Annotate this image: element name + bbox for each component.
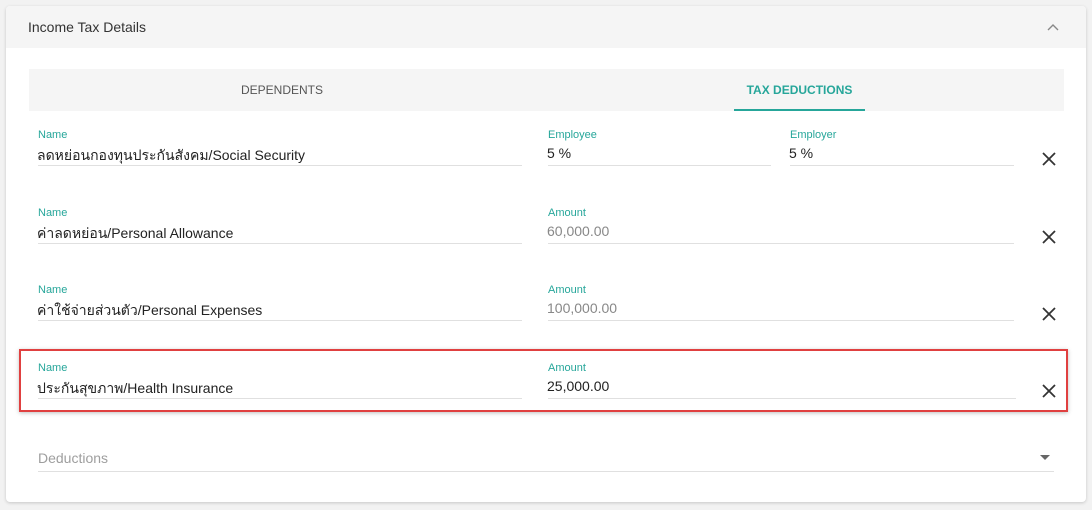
close-icon[interactable] <box>1042 230 1056 244</box>
field-value: 5 % <box>789 145 814 161</box>
field-underline <box>548 398 1016 399</box>
field-label: Amount <box>548 362 586 374</box>
field-value: 25,000.00 <box>547 378 610 394</box>
field-label: Employer <box>790 129 837 141</box>
close-icon[interactable] <box>1042 384 1056 398</box>
field-underline <box>38 398 522 399</box>
field-underline <box>548 243 1014 244</box>
deductions-select[interactable]: Deductions <box>38 446 1054 472</box>
tab-dependents[interactable]: DEPENDENTS <box>29 69 535 111</box>
field-value: 60,000.00 <box>547 223 610 239</box>
field-value: ค่าใช้จ่ายส่วนตัว/Personal Expenses <box>37 302 263 318</box>
field-underline <box>548 165 771 166</box>
field-value: 5 % <box>547 145 572 161</box>
chevron-up-icon[interactable] <box>1046 21 1060 35</box>
field-underline <box>790 165 1014 166</box>
panel-title: Income Tax Details <box>28 19 147 35</box>
panel-header[interactable]: Income Tax Details <box>6 6 1086 48</box>
close-icon[interactable] <box>1042 307 1056 321</box>
field-underline <box>38 243 522 244</box>
field-underline <box>38 165 522 166</box>
field-underline <box>38 471 1054 472</box>
field-value: ค่าลดหย่อน/Personal Allowance <box>37 225 234 241</box>
income-tax-details-panel: Income Tax Details DEPENDENTS TAX DEDUCT… <box>6 6 1086 502</box>
field-label: Name <box>38 362 68 374</box>
field-label: Employee <box>548 129 597 141</box>
deductions-placeholder: Deductions <box>38 450 109 466</box>
field-underline <box>548 320 1014 321</box>
dropdown-arrow-icon[interactable] <box>1040 455 1050 460</box>
tab-tax-deductions-label: TAX DEDUCTIONS <box>746 83 853 97</box>
tab-bar: DEPENDENTS TAX DEDUCTIONS <box>29 69 1064 111</box>
field-value: ลดหย่อนกองทุนประกันสังคม/Social Security <box>37 147 306 163</box>
tab-tax-deductions[interactable]: TAX DEDUCTIONS <box>734 69 865 111</box>
close-icon[interactable] <box>1042 152 1056 166</box>
field-label: Name <box>38 129 68 141</box>
field-value: ประกันสุขภาพ/Health Insurance <box>37 380 234 396</box>
field-underline <box>38 320 522 321</box>
field-label: Name <box>38 284 68 296</box>
field-label: Amount <box>548 284 586 296</box>
field-value: 100,000.00 <box>547 300 618 316</box>
field-label: Name <box>38 207 68 219</box>
active-tab-indicator <box>734 109 865 111</box>
field-label: Amount <box>548 207 586 219</box>
